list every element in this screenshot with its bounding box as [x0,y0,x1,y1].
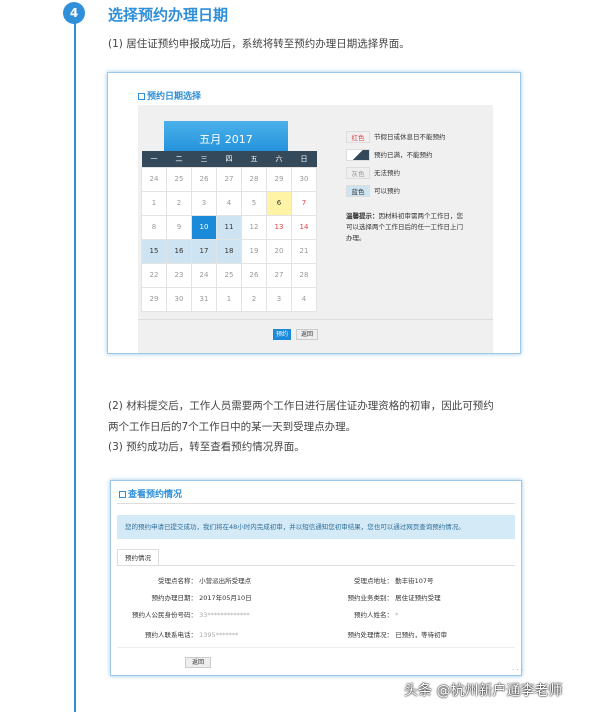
title-divider [117,503,515,504]
calendar-day: 27 [216,166,242,192]
calendar-day: 25 [216,262,242,288]
calendar-day: 14 [291,214,317,240]
weekday-header: 日 [291,151,317,167]
calendar-day: 26 [241,262,267,288]
legend-red: 红色 节假日或休息日不能预约 [346,131,446,143]
calendar-day: 23 [166,262,192,288]
field-site-name: 受理点名称： 小营派出所受理点 [158,577,252,585]
calendar-day: 7 [291,190,317,216]
calendar-day: 1 [216,286,242,312]
step-title: 选择预约办理日期 [108,6,229,24]
calendar-day: 26 [191,166,217,192]
calendar-day: 20 [266,238,292,264]
calendar-day: 1 [141,190,167,216]
tip-box: 温馨提示：因材料初审需两个工作日，您可以选择两个工作日后的任一工作日上门办理。 [346,212,463,242]
field-business-type: 预约业务类别： 居住证预约受理 [347,594,441,602]
calendar-day: 30 [166,286,192,312]
calendar-day: 6 [266,190,292,216]
tab-divider [117,565,515,566]
calendar-day: 21 [291,238,317,264]
reservation-status-screenshot: 查看预约情况 您的预约申请已提交成功，我们将在48小时内完成初审，并以短信通知您… [110,480,522,676]
calendar-day: 28 [291,262,317,288]
list-icon [119,491,126,498]
field-date: 预约办理日期： 2017年05月10日 [151,594,252,602]
date-selection-title: 预约日期选择 [138,89,201,102]
calendar-day: 13 [266,214,292,240]
date-selection-screenshot: 预约日期选择 五月 2017 一二三四五六日 24 25 26 27 28 29 30 1 2 3… [107,72,521,354]
watermark: 头条 @杭州新户通李老师 [404,683,563,699]
legend-full: 预约已满，不能预约 [346,149,433,161]
calendar-day: 2 [241,286,267,312]
weekday-header: 六 [266,151,292,167]
calendar-day: 24 [191,262,217,288]
full-swatch [346,149,370,161]
calendar-day: 8 [141,214,167,240]
field-site-address: 受理点地址： 勤丰街107号 [354,577,434,585]
field-id-number: 预约人公民身份号码： 33************* [132,611,250,619]
legend-gray: 灰色 无法预约 [346,167,400,179]
calendar-day[interactable]: 10 [191,214,217,240]
timeline-line [74,20,76,712]
calendar-day[interactable]: 18 [216,238,242,264]
calendar-day: 3 [266,286,292,312]
back-button-2[interactable]: 返回 [185,657,211,668]
reserve-button[interactable]: 预约 [273,329,291,340]
paragraph-2-line-2: 两个工作日后的7个工作日中的某一天到受理点办理。 [108,421,357,433]
weekday-header: 二 [166,151,192,167]
weekday-header: 五 [241,151,267,167]
reservation-status-title: 查看预约情况 [119,487,182,500]
calendar-day: 31 [191,286,217,312]
calendar-day: 12 [241,214,267,240]
calendar-day: 4 [216,190,242,216]
legend-blue: 蓝色 可以预约 [346,185,400,197]
field-status: 预约处理情况： 已预约，等待初审 [347,631,448,639]
calendar-day: 28 [241,166,267,192]
calendar-grid: 一二三四五六日 24 25 26 27 28 29 30 1 2 3 4 5 6 7 8 9 10 11 12 13 1… [141,151,317,312]
calendar-day: 24 [141,166,167,192]
weekday-header: 三 [191,151,217,167]
calendar-day: 2 [166,190,192,216]
field-phone: 预约人联系电话： 1395******* [145,631,239,639]
calendar-day[interactable]: 11 [216,214,242,240]
calendar-day: 30 [291,166,317,192]
paragraph-2-line-1: (2) 材料提交后，工作人员需要两个工作日进行居住证办理资格的初审，因此可预约 [108,400,494,412]
calendar-day: 29 [141,286,167,312]
paragraph-3: (3) 预约成功后，转至查看预约情况界面。 [108,441,305,453]
calendar-day: 29 [266,166,292,192]
calendar-day: 27 [266,262,292,288]
calendar-day: 19 [241,238,267,264]
success-notice: 您的预约申请已提交成功，我们将在48小时内完成初审，并以短信通知您初审结果，您也… [117,515,515,539]
watermark-dots: · · · [512,666,524,674]
bottom-divider [117,647,515,648]
calendar-day[interactable]: 17 [191,238,217,264]
step-badge: 4 [63,2,85,24]
divider [138,319,493,320]
calendar-day[interactable]: 15 [141,238,167,264]
calendar-day: 4 [291,286,317,312]
calendar-day: 5 [241,190,267,216]
calendar-day[interactable]: 16 [166,238,192,264]
field-name: 预约人姓名： * [354,611,399,619]
list-icon [138,93,145,100]
calendar-day: 25 [166,166,192,192]
back-button[interactable]: 返回 [296,329,318,340]
page: 4 选择预约办理日期 (1) 居住证预约申报成功后，系统将转至预约办理日期选择界… [0,0,600,712]
weekday-header: 四 [216,151,242,167]
calendar-day: 22 [141,262,167,288]
weekday-header: 一 [141,151,167,167]
tab-reservation[interactable]: 预约情况 [117,549,159,565]
calendar-day: 3 [191,190,217,216]
paragraph-1: (1) 居住证预约申报成功后，系统将转至预约办理日期选择界面。 [108,38,410,50]
calendar-day: 9 [166,214,192,240]
